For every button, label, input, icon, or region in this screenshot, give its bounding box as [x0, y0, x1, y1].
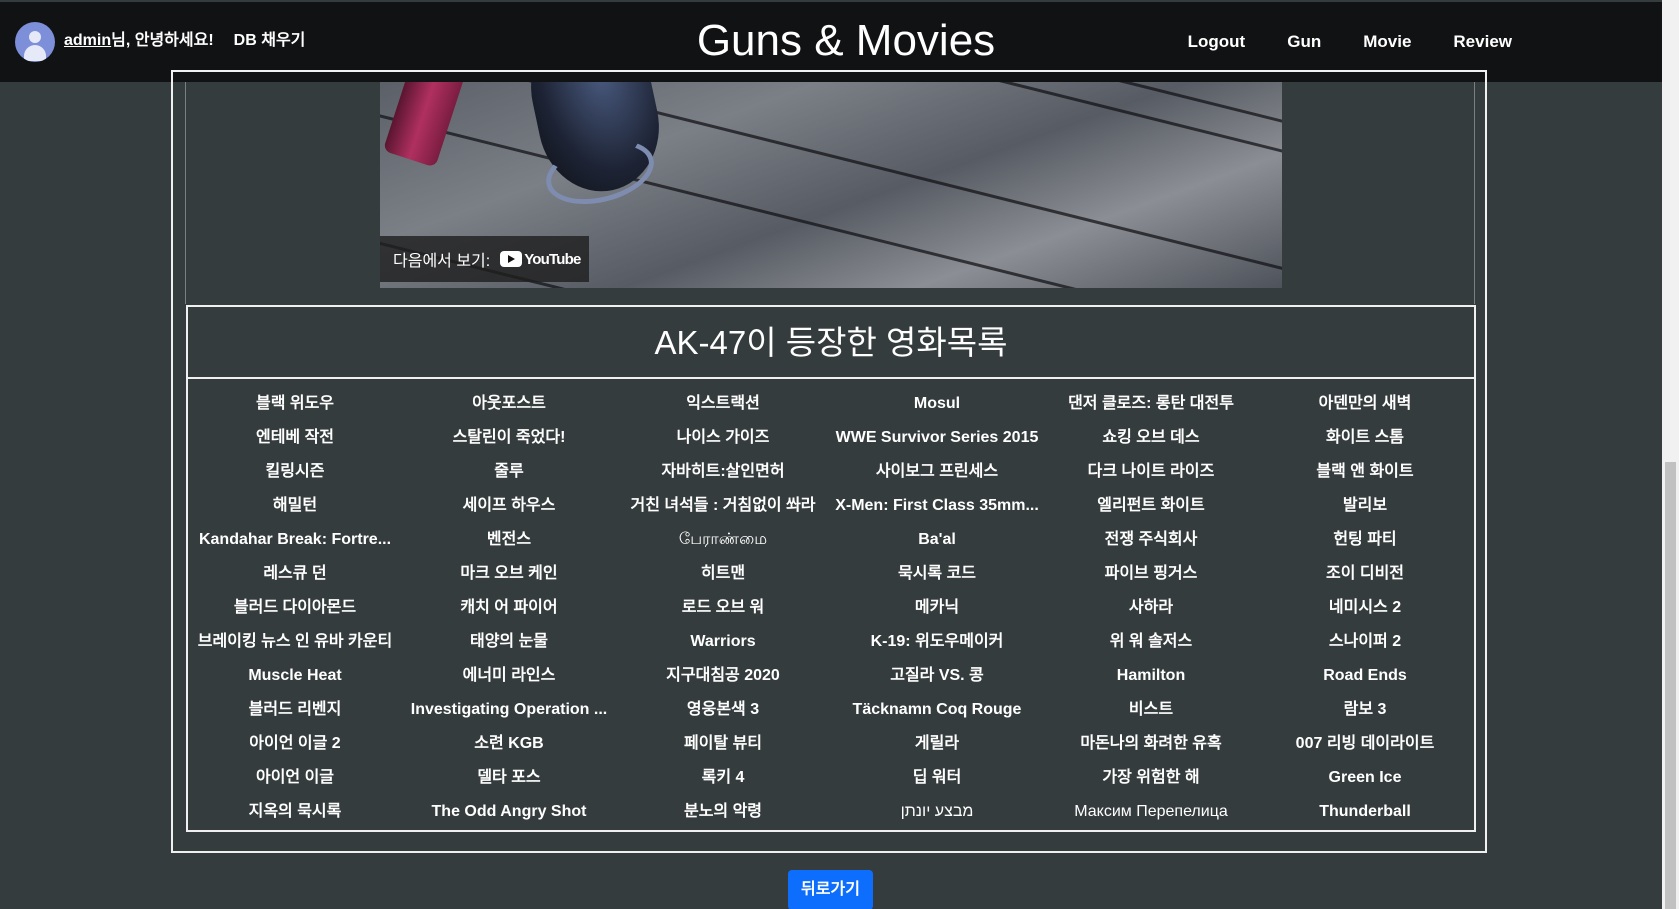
movie-link[interactable]: 아웃포스트	[402, 387, 616, 421]
youtube-logo: YouTube	[500, 250, 581, 268]
movie-link[interactable]: 아이언 이글	[188, 761, 402, 795]
movie-link[interactable]: 지구대침공 2020	[616, 659, 830, 693]
movie-link[interactable]: 비스트	[1044, 693, 1258, 727]
movie-grid: 블랙 위도우 아웃포스트 익스트랙션 Mosul 댄저 클로즈: 롱탄 대전투 아덴만의 …	[188, 387, 1474, 829]
movie-link[interactable]: Ba'al	[830, 523, 1044, 557]
movie-link[interactable]: 발리보	[1258, 489, 1472, 523]
movie-link[interactable]: 태양의 눈물	[402, 625, 616, 659]
movie-link[interactable]: 007 리빙 데이라이트	[1258, 727, 1472, 761]
movie-link[interactable]: 에너미 라인스	[402, 659, 616, 693]
movie-link[interactable]: 거친 녀석들 : 거침없이 쏴라	[616, 489, 830, 523]
movie-link[interactable]: 사이보그 프린세스	[830, 455, 1044, 489]
movie-link[interactable]: 아덴만의 새벽	[1258, 387, 1472, 421]
movie-link[interactable]: 킬링시즌	[188, 455, 402, 489]
movie-link[interactable]: The Odd Angry Shot	[402, 795, 616, 829]
movie-link[interactable]: 영웅본색 3	[616, 693, 830, 727]
movie-link[interactable]: 메카닉	[830, 591, 1044, 625]
movie-link[interactable]: 딥 워터	[830, 761, 1044, 795]
movie-link[interactable]: 레스큐 던	[188, 557, 402, 591]
nav-gun[interactable]: Gun	[1287, 32, 1321, 52]
divider	[185, 82, 186, 304]
movie-link[interactable]: 델타 포스	[402, 761, 616, 795]
movie-link[interactable]: 로드 오브 워	[616, 591, 830, 625]
movie-link[interactable]: 스탈린이 죽었다!	[402, 421, 616, 455]
movie-link[interactable]: Road Ends	[1258, 659, 1472, 693]
scrollbar[interactable]	[1662, 0, 1679, 909]
movie-link[interactable]: 벤전스	[402, 523, 616, 557]
movie-link[interactable]: 줄루	[402, 455, 616, 489]
youtube-embed[interactable]: 다음에서 보기: YouTube	[380, 82, 1282, 288]
movie-link[interactable]: 화이트 스톰	[1258, 421, 1472, 455]
divider	[1474, 82, 1475, 304]
movie-link[interactable]: 히트맨	[616, 557, 830, 591]
movie-link[interactable]: Warriors	[616, 625, 830, 659]
movie-link[interactable]: 전쟁 주식회사	[1044, 523, 1258, 557]
movie-link[interactable]: Investigating Operation ...	[402, 693, 616, 727]
movie-link[interactable]: K-19: 위도우메이커	[830, 625, 1044, 659]
nav-logout[interactable]: Logout	[1188, 32, 1246, 52]
movie-link[interactable]: 쇼킹 오브 데스	[1044, 421, 1258, 455]
movie-link[interactable]: 아이언 이글 2	[188, 727, 402, 761]
movie-link[interactable]: 블러드 다이아몬드	[188, 591, 402, 625]
movie-link[interactable]: X-Men: First Class 35mm...	[830, 489, 1044, 523]
movie-link[interactable]: 익스트랙션	[616, 387, 830, 421]
movie-link[interactable]: 댄저 클로즈: 롱탄 대전투	[1044, 387, 1258, 421]
back-button[interactable]: 뒤로가기	[788, 870, 873, 909]
scrollbar-thumb[interactable]	[1665, 462, 1676, 909]
movie-link[interactable]: 세이프 하우스	[402, 489, 616, 523]
movie-link[interactable]: 스나이퍼 2	[1258, 625, 1472, 659]
movie-link[interactable]: 마크 오브 케인	[402, 557, 616, 591]
movie-link[interactable]: 묵시록 코드	[830, 557, 1044, 591]
movie-link[interactable]: பேராண்மை	[616, 523, 830, 557]
movie-link[interactable]: Kandahar Break: Fortre...	[188, 523, 402, 557]
movie-link[interactable]: 블랙 앤 화이트	[1258, 455, 1472, 489]
youtube-play-icon	[500, 251, 523, 267]
movie-link[interactable]: 록키 4	[616, 761, 830, 795]
movie-link[interactable]: Green Ice	[1258, 761, 1472, 795]
youtube-wordmark: YouTube	[524, 250, 581, 268]
movie-link[interactable]: 람보 3	[1258, 693, 1472, 727]
movie-link[interactable]: 블랙 위도우	[188, 387, 402, 421]
nav-review[interactable]: Review	[1453, 32, 1512, 52]
movie-link[interactable]: 엔테베 작전	[188, 421, 402, 455]
watch-on-label: 다음에서 보기:	[393, 253, 491, 270]
movie-link[interactable]: 해밀턴	[188, 489, 402, 523]
movie-list-table: AK-47이 등장한 영화목록 블랙 위도우 아웃포스트 익스트랙션 Mosul 댄저 …	[186, 305, 1476, 832]
movie-link[interactable]: 엘리펀트 화이트	[1044, 489, 1258, 523]
movie-link[interactable]: 위 워 솔저스	[1044, 625, 1258, 659]
movie-link[interactable]: Максим Перепелица	[1044, 795, 1258, 829]
movie-link[interactable]: 네미시스 2	[1258, 591, 1472, 625]
movie-list-title: AK-47이 등장한 영화목록	[188, 307, 1474, 379]
movie-link[interactable]: 소련 KGB	[402, 727, 616, 761]
movie-link[interactable]: 조이 디비전	[1258, 557, 1472, 591]
movie-link[interactable]: Mosul	[830, 387, 1044, 421]
movie-link[interactable]: 헌팅 파티	[1258, 523, 1472, 557]
movie-link[interactable]: 파이브 핑거스	[1044, 557, 1258, 591]
movie-link[interactable]: Hamilton	[1044, 659, 1258, 693]
movie-link[interactable]: 캐치 어 파이어	[402, 591, 616, 625]
nav-movie[interactable]: Movie	[1363, 32, 1411, 52]
movie-link[interactable]: 분노의 악령	[616, 795, 830, 829]
movie-link[interactable]: 페이탈 뷰티	[616, 727, 830, 761]
watch-on-youtube-button[interactable]: 다음에서 보기: YouTube	[380, 236, 589, 282]
movie-link[interactable]: 나이스 가이즈	[616, 421, 830, 455]
movie-link[interactable]: 자바히트:살인면허	[616, 455, 830, 489]
movie-link[interactable]: Muscle Heat	[188, 659, 402, 693]
movie-link[interactable]: 브레이킹 뉴스 인 유바 카운티	[188, 625, 402, 659]
movie-link[interactable]: Thunderball	[1258, 795, 1472, 829]
movie-link[interactable]: מבצע יונתן	[830, 795, 1044, 829]
movie-link[interactable]: 고질라 VS. 콩	[830, 659, 1044, 693]
movie-link[interactable]: 마돈나의 화려한 유혹	[1044, 727, 1258, 761]
page: admin님, 안녕하세요! DB 채우기 Guns & Movies Logo…	[0, 0, 1679, 909]
movie-link[interactable]: 게릴라	[830, 727, 1044, 761]
movie-link[interactable]: WWE Survivor Series 2015	[830, 421, 1044, 455]
movie-link[interactable]: 다크 나이트 라이즈	[1044, 455, 1258, 489]
movie-link[interactable]: 지옥의 묵시록	[188, 795, 402, 829]
movie-link[interactable]: Täcknamn Coq Rouge	[830, 693, 1044, 727]
movie-link[interactable]: 블러드 리벤지	[188, 693, 402, 727]
magazine-image	[382, 82, 473, 168]
movie-link[interactable]: 사하라	[1044, 591, 1258, 625]
movie-link[interactable]: 가장 위험한 해	[1044, 761, 1258, 795]
